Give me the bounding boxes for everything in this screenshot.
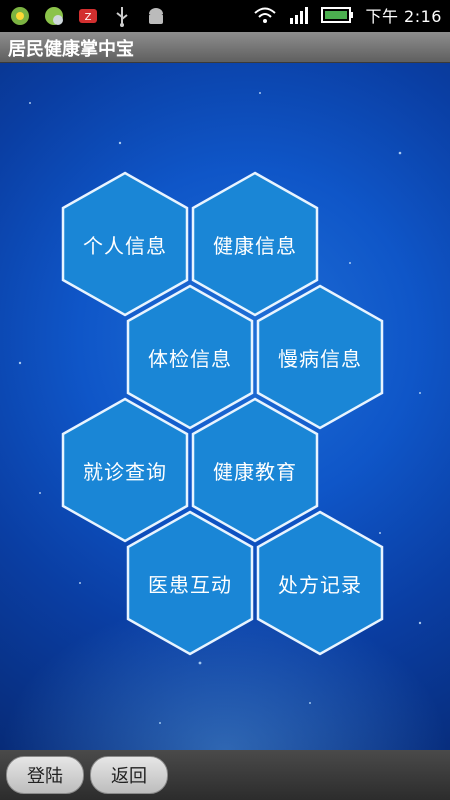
usb-icon	[110, 4, 134, 28]
title-bar: 居民健康掌中宝	[0, 32, 450, 63]
status-bar: Z 下午 2:16	[0, 0, 450, 32]
main-area: 个人信息 健康信息 体检信息 慢病信息 就诊查询 健康教育 医患互动 处方记录	[0, 63, 450, 750]
android-icon	[144, 4, 168, 28]
app-icon-2	[42, 4, 66, 28]
clock: 下午 2:16	[365, 7, 442, 26]
login-button[interactable]: 登陆	[6, 756, 84, 794]
app-title: 居民健康掌中宝	[8, 39, 134, 60]
wifi-icon	[253, 3, 277, 27]
notification-icons: Z	[8, 4, 168, 28]
system-icons: 下午 2:16	[253, 3, 442, 27]
bottom-bar: 登陆 返回	[0, 750, 450, 800]
back-button[interactable]: 返回	[90, 756, 168, 794]
zip-icon: Z	[76, 4, 100, 28]
signal-icon	[287, 3, 311, 27]
app-icon-1	[8, 4, 32, 28]
menu-doctor-patient-interaction[interactable]: 医患互动	[126, 510, 254, 656]
menu-prescription-records[interactable]: 处方记录	[256, 510, 384, 656]
battery-icon	[321, 3, 355, 27]
menu-label: 处方记录	[278, 572, 362, 597]
svg-text:Z: Z	[85, 12, 92, 23]
menu-label: 医患互动	[148, 572, 232, 597]
